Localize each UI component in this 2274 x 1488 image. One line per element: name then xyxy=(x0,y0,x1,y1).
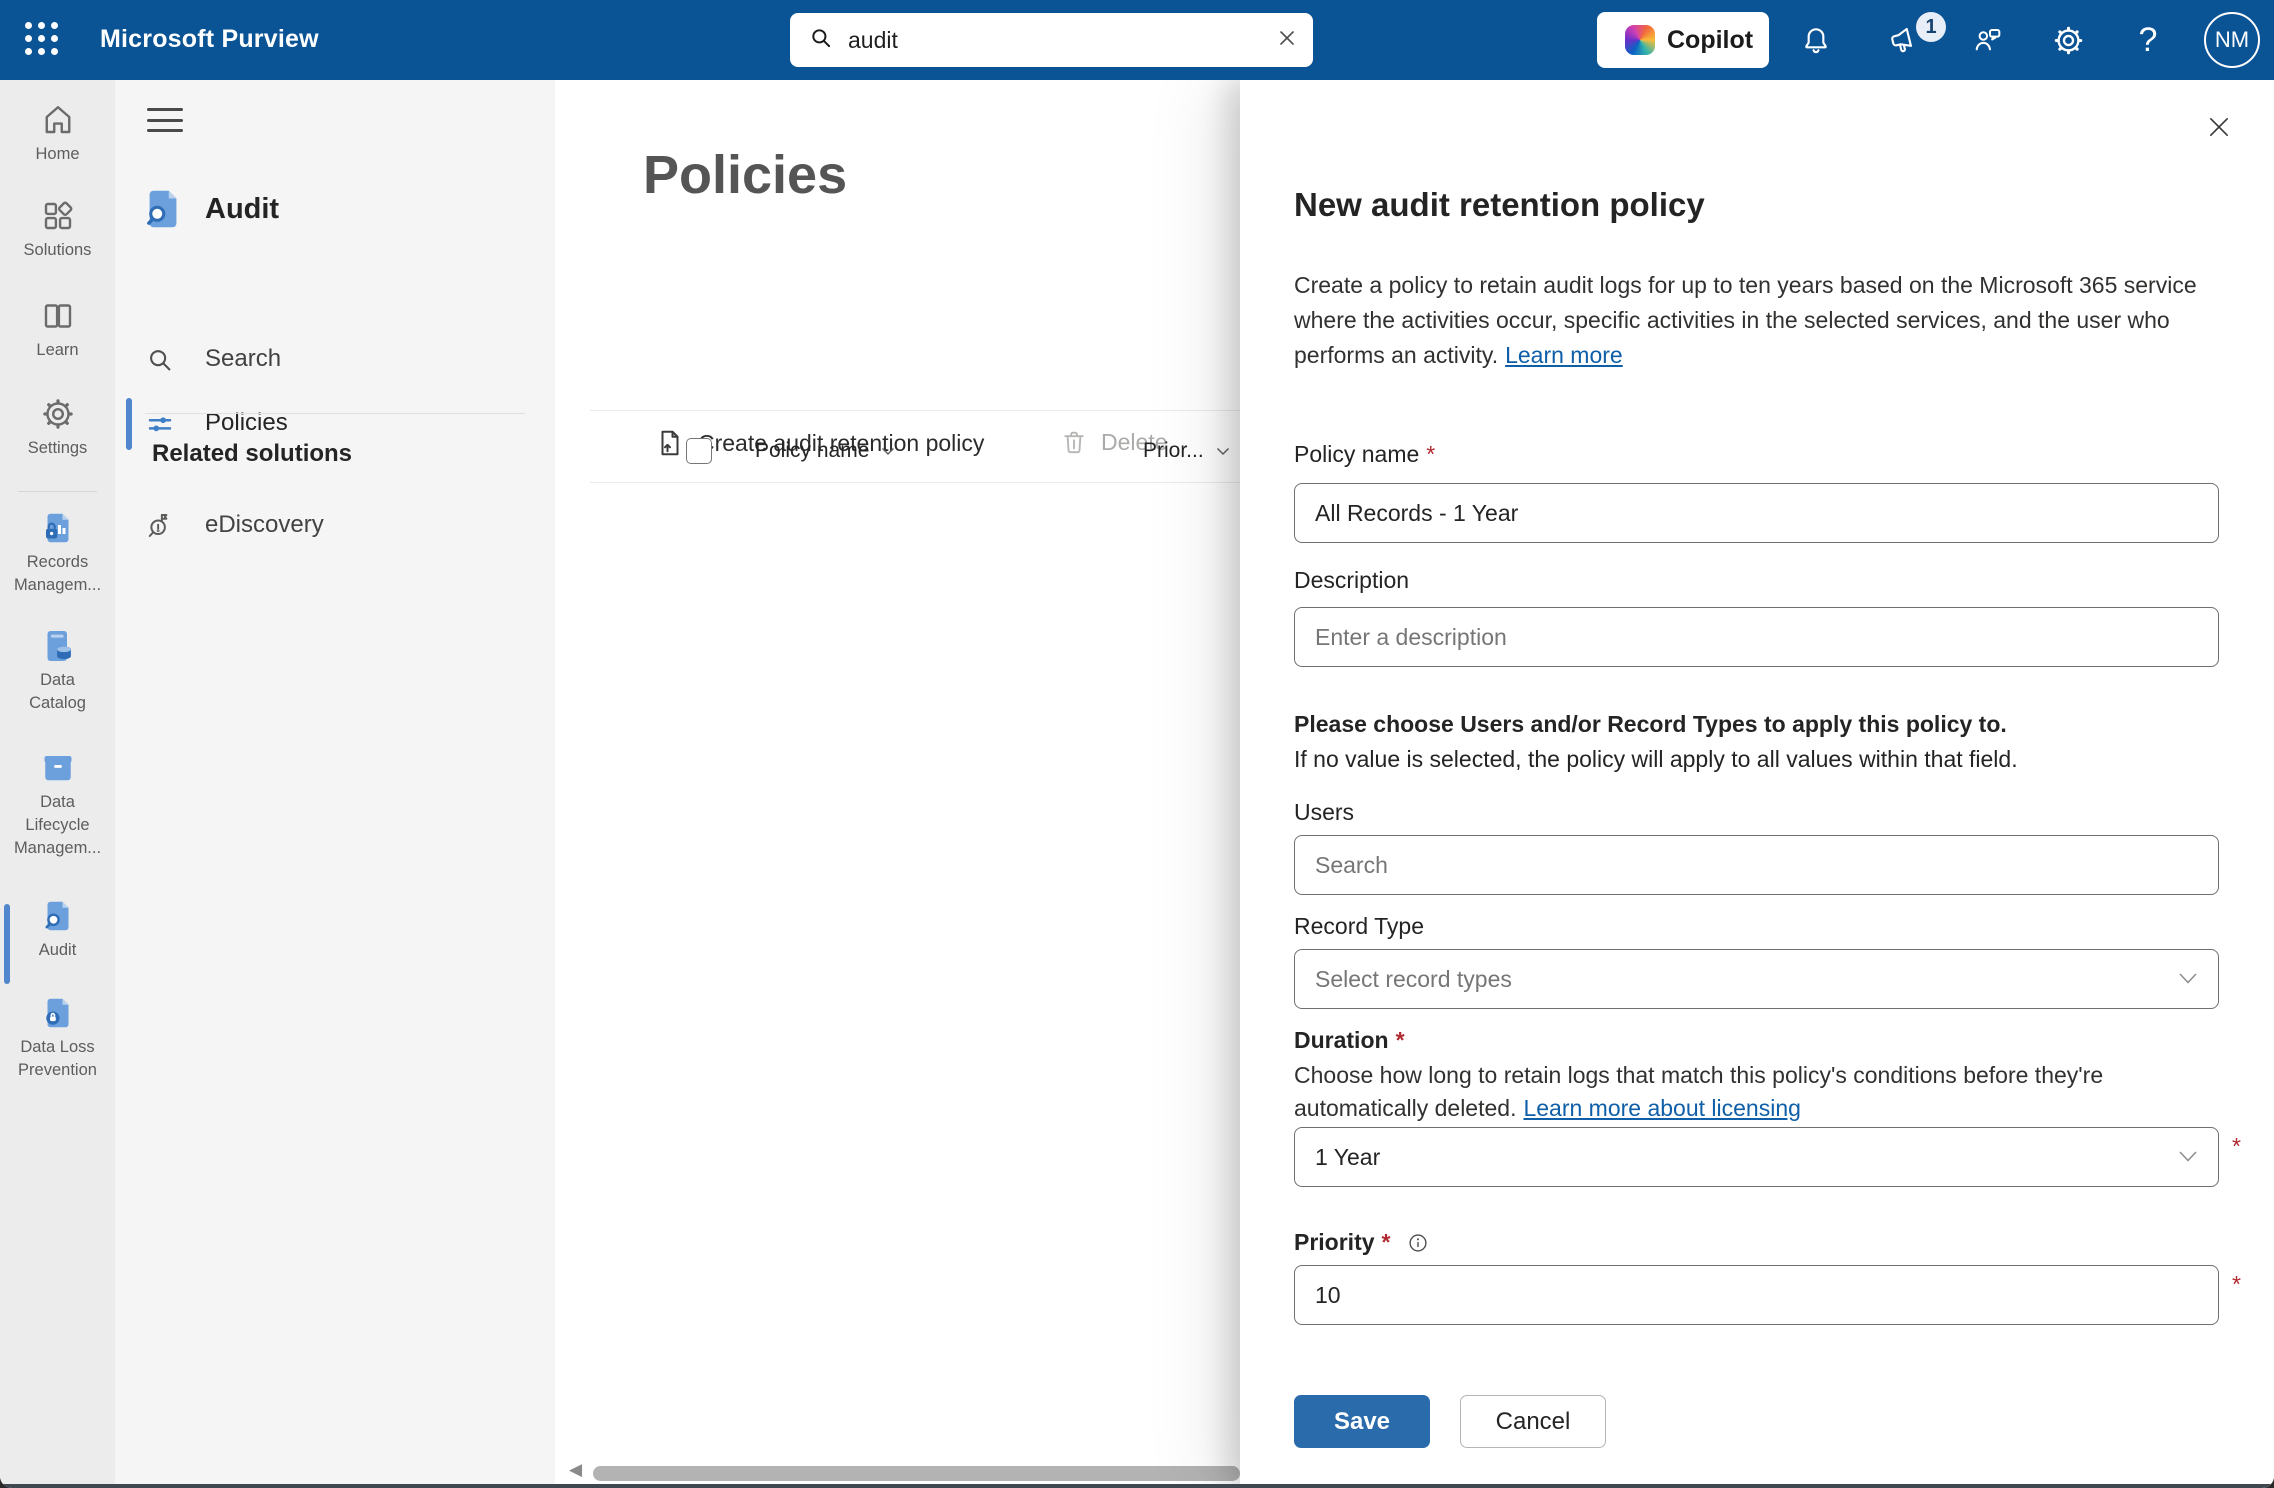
users-search-input[interactable] xyxy=(1294,835,2219,895)
priority-label: Priority* xyxy=(1294,1227,2219,1257)
rail-item-data-loss-prevention[interactable]: Data Loss Prevention xyxy=(0,995,115,1082)
save-button[interactable]: Save xyxy=(1294,1395,1430,1448)
chevron-down-icon xyxy=(1216,447,1230,456)
audit-header-icon xyxy=(140,186,186,232)
records-management-icon xyxy=(40,510,76,546)
chevron-down-icon xyxy=(2178,1150,2198,1163)
search-clear-icon[interactable] xyxy=(1275,26,1299,55)
nav-selected-indicator xyxy=(126,398,132,450)
rail-item-solutions[interactable]: Solutions xyxy=(0,198,115,262)
nav-header-audit: Audit xyxy=(115,184,555,240)
nav-item-search[interactable]: Search xyxy=(115,332,555,388)
top-bar: Microsoft Purview Copilot xyxy=(0,0,2274,80)
settings-icon xyxy=(40,396,76,432)
duration-label: Duration* xyxy=(1294,1025,2219,1055)
record-type-label: Record Type xyxy=(1294,911,2219,941)
rail-item-learn[interactable]: Learn xyxy=(0,298,115,362)
left-rail: Home Solutions Learn xyxy=(0,80,115,1484)
account-avatar[interactable]: NM xyxy=(2204,12,2260,68)
window-bottom-edge xyxy=(0,1484,2274,1488)
notifications-bell-icon[interactable] xyxy=(1788,0,1844,80)
panel-title: New audit retention policy xyxy=(1294,186,2219,224)
hscroll-left-arrow[interactable]: ◀ xyxy=(569,1460,582,1480)
search-icon xyxy=(808,25,834,56)
app-title: Microsoft Purview xyxy=(100,25,319,54)
policy-name-label: Policy name* xyxy=(1294,439,2219,469)
feedback-icon[interactable] xyxy=(1960,0,2016,80)
home-icon xyxy=(40,102,76,138)
info-icon[interactable] xyxy=(1407,1232,1429,1254)
related-solutions-header: Related solutions xyxy=(152,440,352,468)
chevron-down-icon xyxy=(881,447,895,456)
help-icon[interactable]: ? xyxy=(2120,0,2176,80)
nav-divider xyxy=(145,413,525,414)
duration-description: Choose how long to retain logs that matc… xyxy=(1294,1059,2219,1125)
cancel-button[interactable]: Cancel xyxy=(1460,1395,1606,1448)
licensing-link[interactable]: Learn more about licensing xyxy=(1523,1095,1800,1121)
new-policy-panel: New audit retention policy Create a poli… xyxy=(1240,80,2274,1488)
policy-name-input[interactable] xyxy=(1294,483,2219,543)
solutions-icon xyxy=(40,198,76,234)
settings-gear-icon[interactable] xyxy=(2040,0,2096,80)
description-input[interactable] xyxy=(1294,607,2219,667)
rail-item-audit[interactable]: Audit xyxy=(0,898,115,962)
search-input[interactable] xyxy=(848,27,1275,54)
learn-icon xyxy=(40,298,76,334)
rail-divider xyxy=(18,491,97,492)
rail-item-settings[interactable]: Settings xyxy=(0,396,115,460)
audit-icon xyxy=(40,898,76,934)
panel-close-icon[interactable] xyxy=(2202,110,2236,144)
ediscovery-icon xyxy=(145,511,175,541)
duration-required-marker: * xyxy=(2232,1133,2241,1160)
table-header-divider xyxy=(590,482,1240,483)
rail-item-records-management[interactable]: Records Managem... xyxy=(0,510,115,597)
app-window: Microsoft Purview Copilot xyxy=(0,0,2274,1488)
priority-input[interactable] xyxy=(1294,1265,2219,1325)
column-header-priority[interactable]: Prior... xyxy=(1143,439,1230,463)
toolbar-divider xyxy=(590,410,1240,411)
priority-required-marker: * xyxy=(2232,1271,2241,1298)
rail-item-data-lifecycle[interactable]: Data Lifecycle Managem... xyxy=(0,750,115,860)
column-header-policy-name[interactable]: Policy name xyxy=(755,439,895,463)
solution-nav: Audit Search Policies Related solutions xyxy=(115,80,555,1484)
copilot-icon xyxy=(1625,25,1655,55)
hscroll-thumb[interactable] xyxy=(593,1466,1240,1481)
rail-item-data-catalog[interactable]: Data Catalog xyxy=(0,628,115,715)
choose-heading: Please choose Users and/or Record Types … xyxy=(1294,711,2219,738)
nav-item-ediscovery[interactable]: eDiscovery xyxy=(115,498,555,554)
global-search[interactable] xyxy=(790,13,1313,67)
chevron-down-icon xyxy=(2178,972,2198,985)
learn-more-link[interactable]: Learn more xyxy=(1505,342,1623,368)
data-lifecycle-icon xyxy=(40,750,76,786)
users-label: Users xyxy=(1294,797,2219,827)
table-header-row: Policy name Prior... xyxy=(555,432,1255,482)
duration-select[interactable]: 1 Year xyxy=(1294,1127,2219,1187)
page-title: Policies xyxy=(643,144,847,206)
copilot-label: Copilot xyxy=(1667,26,1753,55)
description-label: Description xyxy=(1294,565,2219,595)
search-icon xyxy=(145,345,175,375)
panel-intro: Create a policy to retain audit logs for… xyxy=(1294,268,2219,373)
app-launcher-icon[interactable] xyxy=(25,22,63,58)
rail-item-home[interactable]: Home xyxy=(0,102,115,166)
data-loss-prevention-icon xyxy=(40,995,76,1031)
notification-badge: 1 xyxy=(1916,12,1946,42)
select-all-checkbox[interactable] xyxy=(686,438,712,464)
copilot-button[interactable]: Copilot xyxy=(1597,12,1769,68)
choose-subtext: If no value is selected, the policy will… xyxy=(1294,746,2219,773)
nav-collapse-icon[interactable] xyxy=(147,106,183,134)
data-catalog-icon xyxy=(40,628,76,664)
record-type-select[interactable]: Select record types xyxy=(1294,949,2219,1009)
